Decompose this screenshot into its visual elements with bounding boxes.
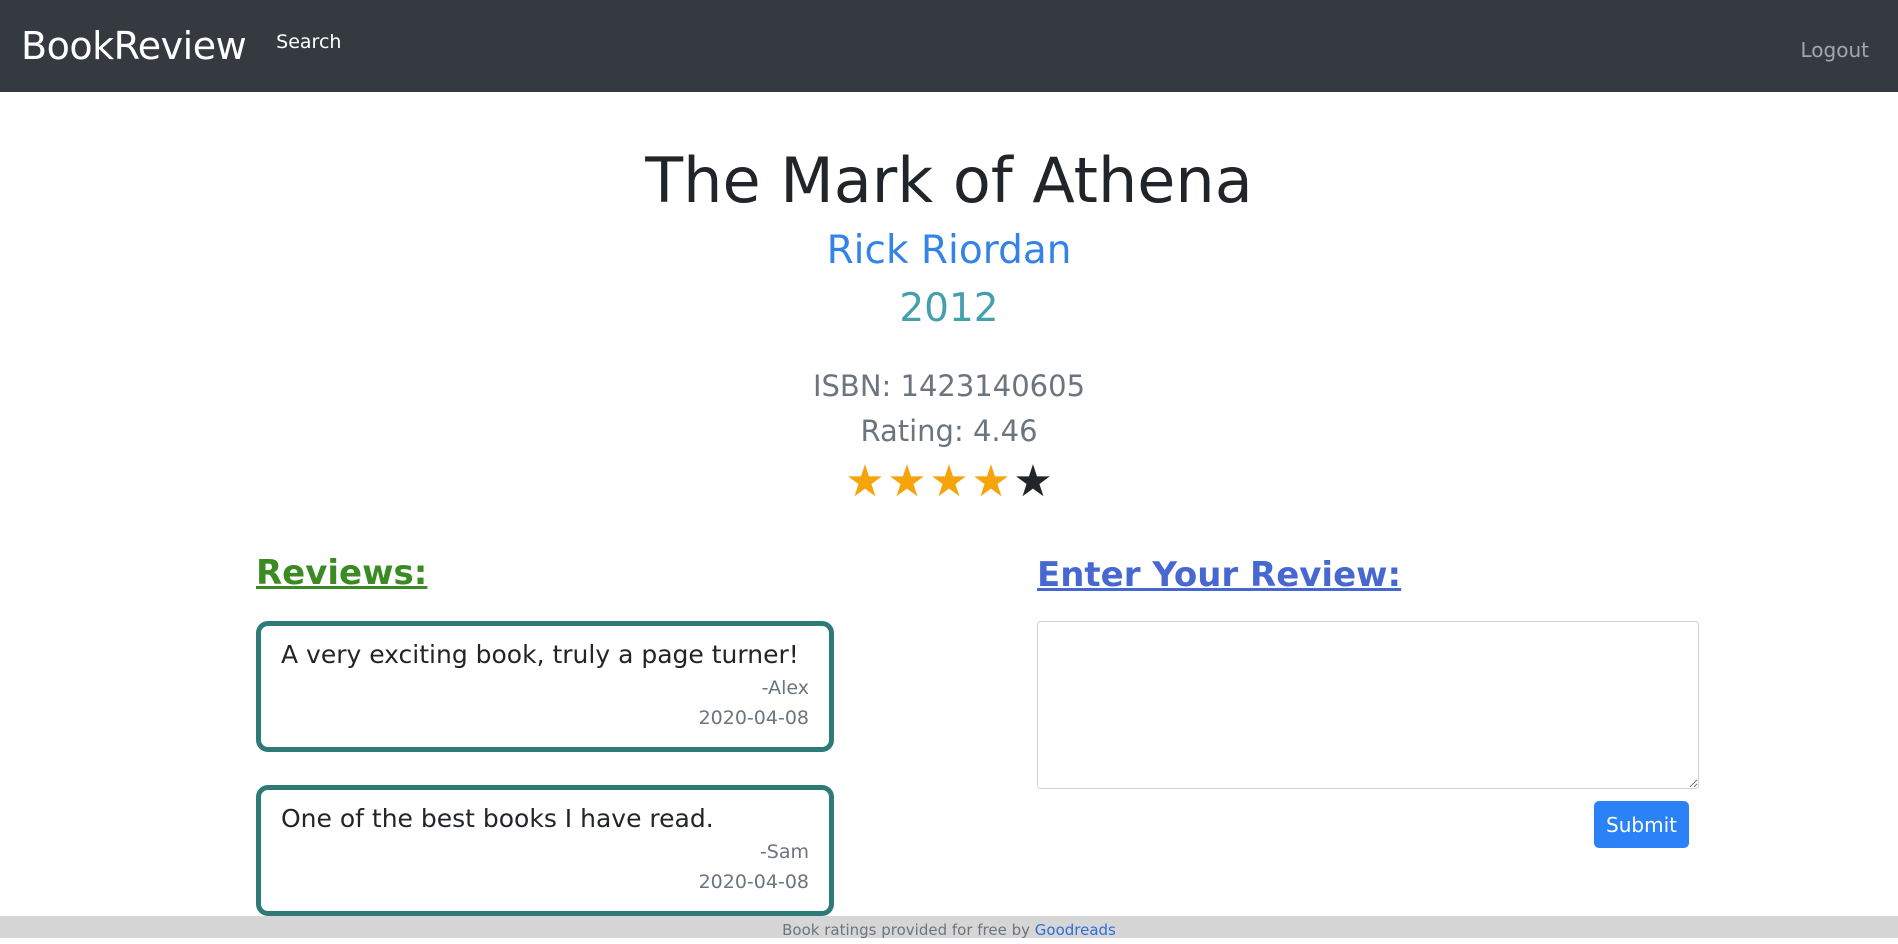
review-author: -Alex (761, 677, 809, 699)
review-textarea[interactable] (1037, 621, 1699, 789)
review-card: A very exciting book, truly a page turne… (256, 621, 834, 752)
submit-button[interactable]: Submit (1594, 801, 1689, 848)
star-filled-icon: ★ (929, 456, 969, 507)
book-year: 2012 (899, 286, 999, 331)
review-author: -Sam (759, 841, 809, 863)
brand-logo[interactable]: BookReview (21, 24, 247, 68)
enter-review-heading: Enter Your Review: (1037, 555, 1402, 595)
book-author: Rick Riordan (826, 228, 1072, 273)
logout-link[interactable]: Logout (1801, 38, 1869, 62)
footer-text: Book ratings provided for free by (782, 921, 1035, 939)
review-card: One of the best books I have read. -Sam … (256, 785, 834, 916)
rating-stars: ★★★★★ (0, 458, 1898, 506)
star-filled-icon: ★ (971, 456, 1011, 507)
navbar: BookReview Search Logout (0, 0, 1898, 92)
review-text: A very exciting book, truly a page turne… (281, 640, 799, 669)
star-empty-icon: ★ (1013, 456, 1053, 507)
reviews-heading: Reviews: (256, 553, 428, 593)
review-date: 2020-04-08 (698, 871, 809, 893)
star-filled-icon: ★ (845, 456, 885, 507)
review-date: 2020-04-08 (698, 707, 809, 729)
goodreads-link[interactable]: Goodreads (1035, 921, 1116, 939)
search-link[interactable]: Search (276, 31, 341, 53)
review-text: One of the best books I have read. (281, 804, 714, 833)
star-filled-icon: ★ (887, 456, 927, 507)
footer: Book ratings provided for free by Goodre… (0, 916, 1898, 939)
book-title: The Mark of Athena (645, 144, 1253, 217)
book-rating: Rating: 4.46 (860, 414, 1038, 448)
book-isbn: ISBN: 1423140605 (812, 369, 1086, 403)
